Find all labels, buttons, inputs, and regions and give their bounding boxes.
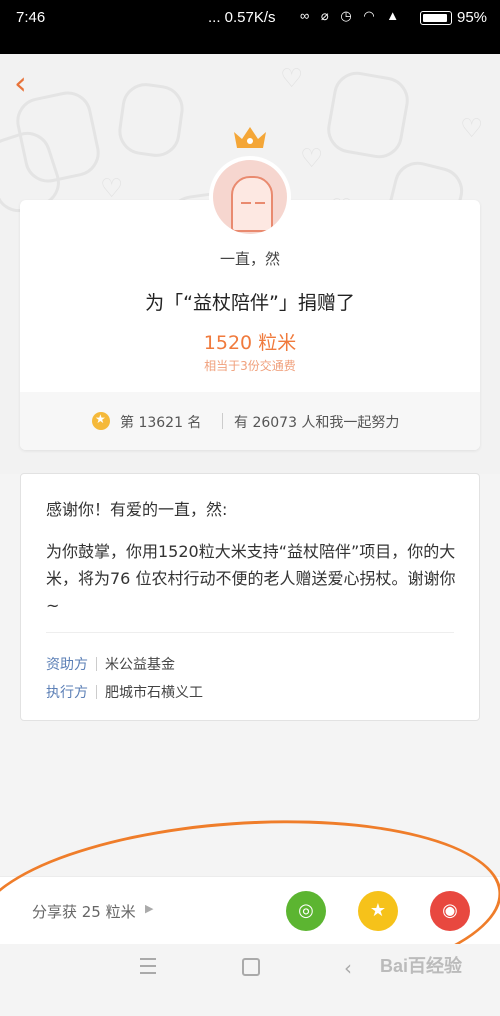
status-time: 7:46 <box>16 9 46 26</box>
favorite-share-button[interactable]: ★ <box>358 891 398 931</box>
donor-name: 一直，然 <box>219 250 280 268</box>
avatar-face-icon <box>231 176 273 232</box>
favorite-icon: ★ <box>369 900 387 921</box>
crown-icon <box>234 127 266 148</box>
thanks-heading: 感谢你！有爱的一直，然: <box>46 500 228 519</box>
home-icon[interactable] <box>242 958 260 976</box>
watermark: Bai百经验 <box>380 956 463 976</box>
link-icon: ∞ <box>300 8 314 23</box>
weibo-share-button[interactable]: ◉ <box>430 891 470 931</box>
thank-you-message: 感谢你！有爱的一直，然: 为你鼓掌，你用1520粒大米支持“益杖陪伴”项目，你的… <box>20 473 480 721</box>
doodle-face-icon <box>323 68 413 162</box>
rank-text: 第 13621 名 <box>120 415 202 431</box>
share-reward-link[interactable]: 分享获 25 粒米 <box>32 901 136 922</box>
doodle-face-icon <box>115 80 187 160</box>
share-bar: 分享获 25 粒米 ▶ ◎ ★ ◉ <box>0 876 500 945</box>
avatar <box>213 160 287 234</box>
divider <box>222 413 223 429</box>
status-bar: 7:46 ... 0.57K/s ∞ ⌀ ◷ ◠ ▲ 95% <box>0 0 500 54</box>
signal-icon: ▲ <box>386 8 404 23</box>
donation-amount: 1520 粒米 <box>203 332 297 354</box>
battery-icon <box>420 11 452 25</box>
doodle-heart-icon: ♡ <box>280 64 304 94</box>
status-icons: ∞ ⌀ ◷ ◠ ▲ <box>300 8 403 24</box>
doodle-heart-icon: ♡ <box>460 114 484 144</box>
chevron-right-icon: ▶ <box>145 902 154 915</box>
sponsor-value: 米公益基金 <box>105 657 175 673</box>
sponsor-label: 资助方 <box>46 657 88 673</box>
donate-line: 为「“益杖陪伴”」捐赠了 <box>145 292 355 314</box>
chevron-left-icon[interactable]: ‹ <box>14 67 38 99</box>
donation-card: 一直，然 为「“益杖陪伴”」捐赠了 1520 粒米 相当于3份交通费 第 136… <box>20 200 480 450</box>
back-icon[interactable]: ‹ <box>344 956 352 980</box>
doodle-heart-icon: ♡ <box>300 144 324 174</box>
sponsor-row: 资助方 米公益基金 <box>46 654 175 674</box>
equivalent-note: 相当于3份交通费 <box>204 359 296 373</box>
executor-row: 执行方 肥城市石横义工 <box>46 682 203 702</box>
menu-icon[interactable] <box>140 958 156 974</box>
alarm-icon: ◷ <box>340 8 356 23</box>
moments-icon: ◎ <box>298 900 314 921</box>
moments-share-button[interactable]: ◎ <box>286 891 326 931</box>
rank-stats: 第 13621 名 有 26073 人和我一起努力 <box>20 392 480 450</box>
weibo-icon: ◉ <box>442 900 458 921</box>
message-body: 为你鼓掌，你用1520粒大米支持“益杖陪伴”项目，你的大米，将为76 位农村行动… <box>46 542 456 615</box>
executor-label: 执行方 <box>46 685 88 701</box>
network-speed: ... 0.57K/s <box>208 9 276 26</box>
medal-icon <box>92 412 110 430</box>
mute-icon: ⌀ <box>320 8 333 23</box>
together-text: 有 26073 人和我一起努力 <box>234 415 400 431</box>
battery-level: 95% <box>457 9 488 26</box>
divider <box>46 632 454 633</box>
executor-value: 肥城市石横义工 <box>105 685 203 701</box>
wifi-icon: ◠ <box>363 8 379 23</box>
